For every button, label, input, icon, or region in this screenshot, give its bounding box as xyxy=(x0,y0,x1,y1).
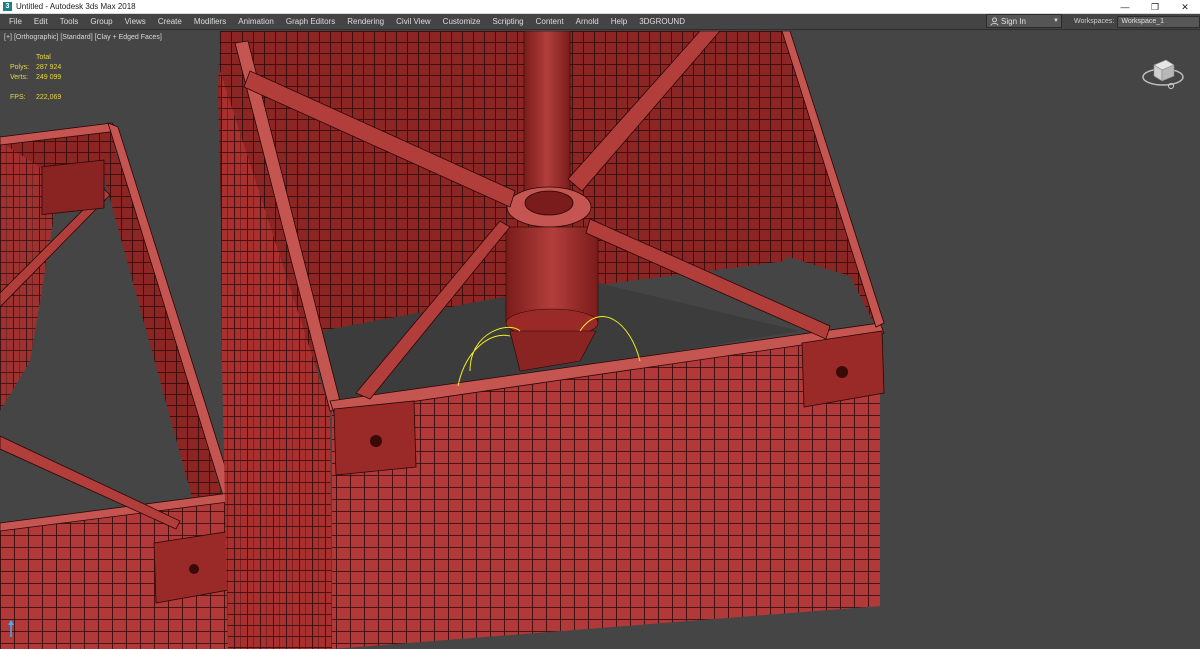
menu-item-create[interactable]: Create xyxy=(152,14,188,30)
menu-item-graph-editors[interactable]: Graph Editors xyxy=(280,14,341,30)
viewport[interactable]: [+] [Orthographic] [Standard] [Clay + Edged… xyxy=(0,31,1200,649)
close-button[interactable]: ✕ xyxy=(1170,0,1200,14)
window-title: Untitled - Autodesk 3ds Max 2018 xyxy=(16,2,136,11)
menu-bar: File Edit Tools Group Views Create Modifiers An… xyxy=(0,14,1200,30)
app-icon: 3 xyxy=(3,2,12,11)
menu-item-modifiers[interactable]: Modifiers xyxy=(188,14,232,30)
menu-item-animation[interactable]: Animation xyxy=(232,14,280,30)
polys-label: Polys: xyxy=(10,64,30,71)
minimize-button[interactable]: — xyxy=(1110,0,1140,14)
stats-polys: Polys: 287 924 xyxy=(10,63,61,73)
sign-in-label: Sign In xyxy=(1001,16,1026,26)
menu-item-file[interactable]: File xyxy=(3,14,28,30)
workspaces-group: Workspaces: Workspace_1 xyxy=(1074,14,1200,29)
menu-item-tools[interactable]: Tools xyxy=(54,14,85,30)
title-bar: 3 Untitled - Autodesk 3ds Max 2018 — ❐ ✕ xyxy=(0,0,1200,14)
menu-items: File Edit Tools Group Views Create Modifiers An… xyxy=(0,14,691,30)
menu-item-views[interactable]: Views xyxy=(119,14,152,30)
dropdown-arrow-icon: ▼ xyxy=(1053,18,1059,24)
verts-value: 249 099 xyxy=(36,74,62,81)
workspaces-label: Workspaces: xyxy=(1074,18,1115,25)
viewport-pov-menu[interactable]: [Orthographic] xyxy=(14,34,58,41)
verts-label: Verts: xyxy=(10,74,28,81)
viewport-shading-standard[interactable]: [Standard] xyxy=(60,34,92,41)
menu-item-scripting[interactable]: Scripting xyxy=(486,14,529,30)
user-icon xyxy=(987,15,1001,27)
viewport-label[interactable]: [+] [Orthographic] [Standard] [Clay + Edged… xyxy=(4,34,164,41)
viewport-plus-menu[interactable]: [+] xyxy=(4,34,12,41)
menu-item-civil-view[interactable]: Civil View xyxy=(390,14,437,30)
workspace-select[interactable]: Workspace_1 xyxy=(1117,15,1200,28)
menu-item-group[interactable]: Group xyxy=(84,14,118,30)
restore-button[interactable]: ❐ xyxy=(1140,0,1170,14)
stats-fps: FPS: 222,069 xyxy=(10,93,61,103)
viewcube-icon[interactable] xyxy=(1140,51,1186,93)
stats-overlay: Total Polys: 287 924 Verts: 249 099 FPS:… xyxy=(10,53,61,103)
scene-canvas[interactable] xyxy=(0,31,1200,649)
fps-value: 222,069 xyxy=(36,94,62,101)
menu-item-3dground[interactable]: 3DGROUND xyxy=(633,14,691,30)
sign-in-button[interactable]: Sign In ▼ xyxy=(986,14,1062,28)
menu-item-customize[interactable]: Customize xyxy=(437,14,487,30)
right-planter[interactable] xyxy=(218,31,885,649)
stats-total-label: Total xyxy=(36,54,51,61)
polys-value: 287 924 xyxy=(36,64,62,71)
window-controls: — ❐ ✕ xyxy=(1110,0,1200,14)
axis-gizmo-icon xyxy=(4,619,18,639)
fps-label: FPS: xyxy=(10,94,26,101)
menu-item-content[interactable]: Content xyxy=(530,14,570,30)
menu-item-rendering[interactable]: Rendering xyxy=(341,14,390,30)
menu-item-help[interactable]: Help xyxy=(605,14,633,30)
viewport-shading-mode[interactable]: [Clay + Edged Faces] xyxy=(95,34,162,41)
menu-item-edit[interactable]: Edit xyxy=(28,14,54,30)
stats-verts: Verts: 249 099 xyxy=(10,73,61,83)
menu-item-arnold[interactable]: Arnold xyxy=(570,14,605,30)
